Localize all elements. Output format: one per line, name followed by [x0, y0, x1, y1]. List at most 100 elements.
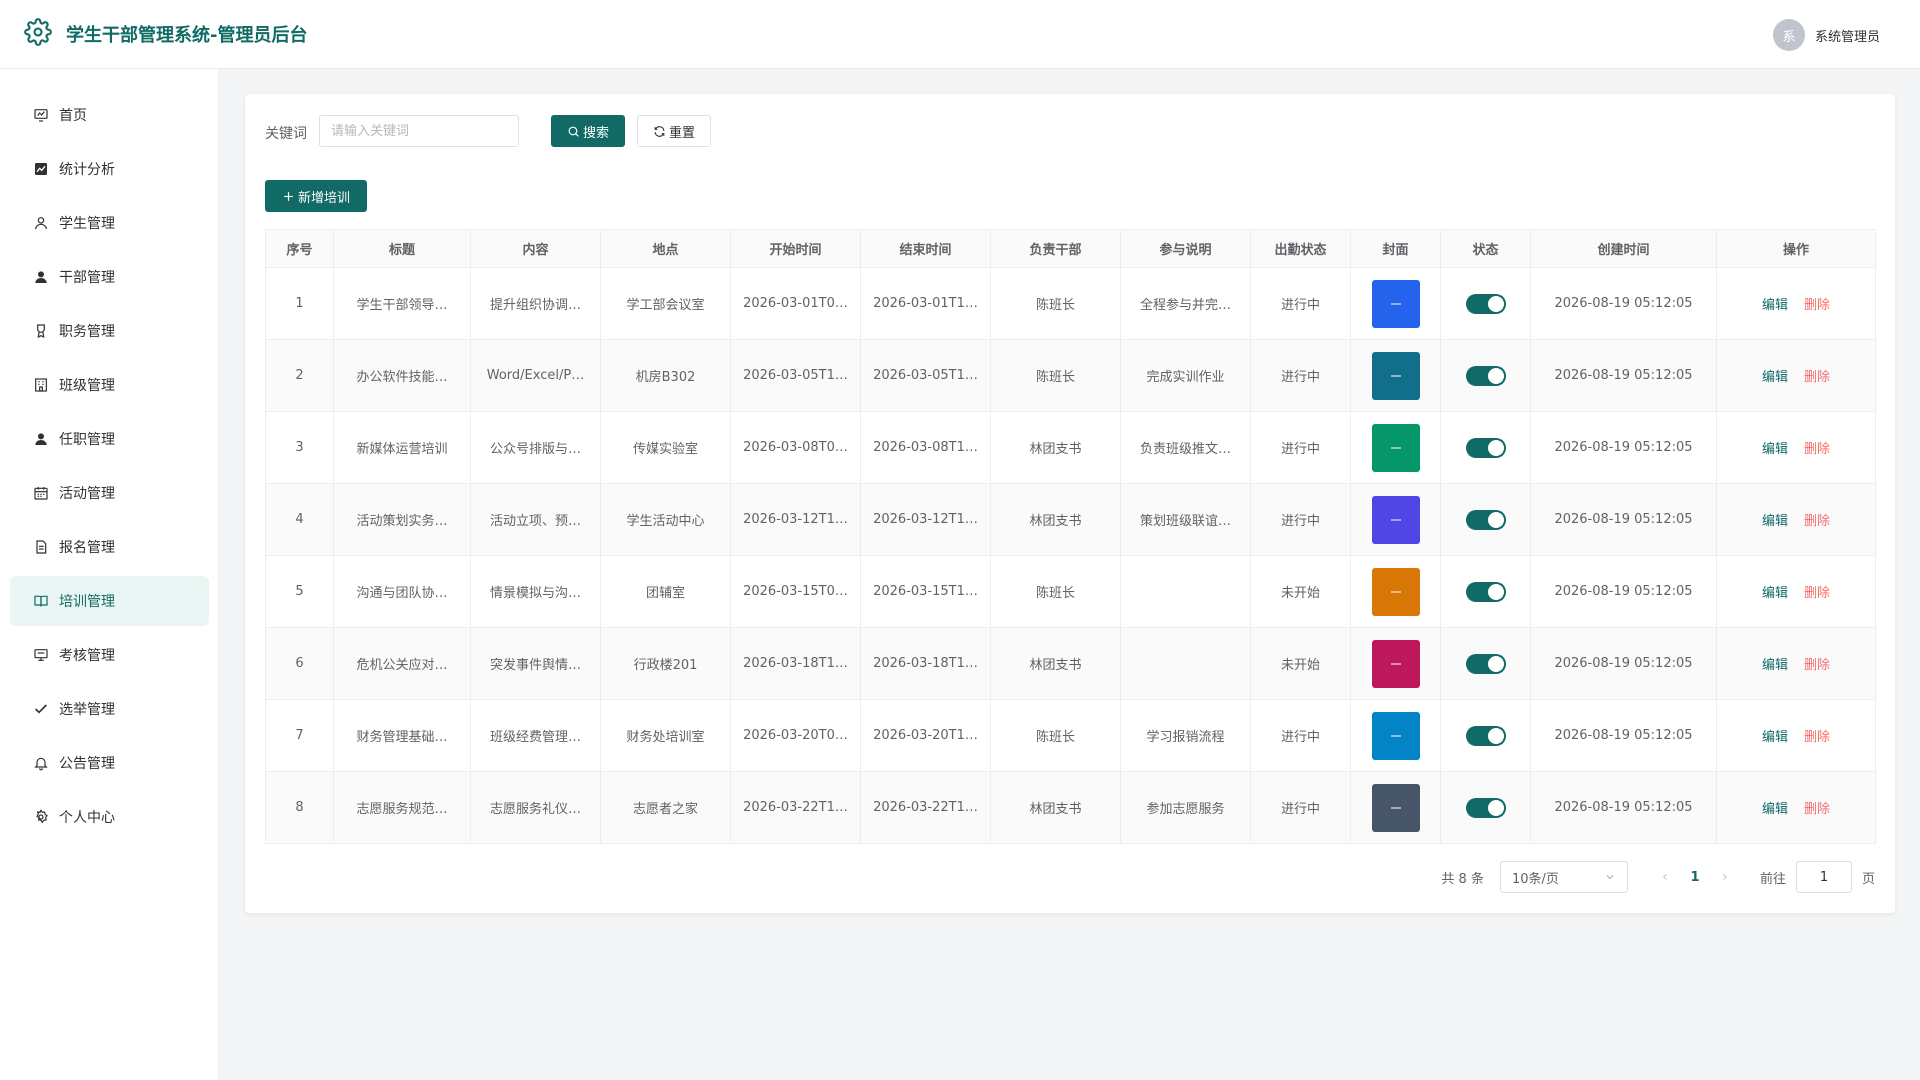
cell-leader: 林团支书 [990, 627, 1121, 700]
trophy-icon [33, 647, 49, 663]
cell-attendance: 进行中 [1250, 771, 1351, 844]
cell-title: 志愿服务规范… [333, 771, 471, 844]
avatar[interactable]: 系 [1772, 19, 1805, 51]
plus-icon [284, 191, 293, 201]
status-toggle[interactable] [1465, 581, 1506, 602]
cover-image[interactable] [1371, 279, 1420, 328]
sidebar-item[interactable]: 个人中心 [10, 792, 209, 842]
edit-button[interactable]: 编辑 [1762, 658, 1788, 673]
add-training-button[interactable]: 新增培训 [265, 180, 367, 212]
user-name[interactable]: 系统管理员 [1815, 26, 1880, 45]
cell-place: 志愿者之家 [600, 771, 731, 844]
cell-no: 8 [265, 771, 334, 844]
status-toggle[interactable] [1465, 437, 1506, 458]
delete-button[interactable]: 删除 [1804, 802, 1830, 817]
column-header: 出勤状态 [1250, 229, 1351, 268]
cell-note: 策划班级联谊… [1120, 483, 1251, 556]
cell-start: 2026-03-05T1… [730, 339, 861, 412]
total-count: 共 8 条 [1441, 871, 1484, 887]
cell-content: 班级经费管理… [470, 699, 601, 772]
sidebar-item[interactable]: 报名管理 [10, 522, 209, 572]
sidebar-item[interactable]: 首页 [10, 90, 209, 140]
delete-button[interactable]: 删除 [1804, 514, 1830, 529]
reset-button[interactable]: 重置 [637, 115, 711, 147]
edit-button[interactable]: 编辑 [1762, 730, 1788, 745]
reset-button-label: 重置 [668, 125, 695, 141]
keyword-input[interactable] [319, 115, 519, 147]
cell-status [1440, 555, 1531, 628]
cover-image[interactable] [1371, 351, 1420, 400]
prev-page-button[interactable]: ‹ [1650, 869, 1680, 885]
delete-button[interactable]: 删除 [1804, 370, 1830, 385]
sidebar-item-label: 首页 [59, 108, 87, 124]
column-header: 序号 [265, 229, 334, 268]
cell-actions: 编辑 删除 [1716, 339, 1876, 412]
sidebar-item-label: 考核管理 [59, 648, 115, 664]
sidebar-item-label: 干部管理 [59, 270, 115, 286]
table-row: 1 学生干部领导… 提升组织协调… 学工部会议室 2026-03-01T0… 2026-0… [265, 267, 1876, 340]
cell-actions: 编辑 删除 [1716, 699, 1876, 772]
delete-button[interactable]: 删除 [1804, 730, 1830, 745]
sidebar-item[interactable]: 统计分析 [10, 144, 209, 194]
table-row: 2 办公软件技能… Word/Excel/P… 机房B302 2026-03-05T1…… [265, 339, 1876, 412]
sidebar-item[interactable]: 活动管理 [10, 468, 209, 518]
cover-image[interactable] [1371, 711, 1420, 760]
cell-actions: 编辑 删除 [1716, 411, 1876, 484]
search-button[interactable]: 搜索 [551, 115, 625, 147]
chart-icon [33, 161, 49, 177]
cell-title: 沟通与团队协… [333, 555, 471, 628]
cell-leader: 陈班长 [990, 555, 1121, 628]
edit-button[interactable]: 编辑 [1762, 370, 1788, 385]
cell-end: 2026-03-12T1… [860, 483, 991, 556]
cover-image[interactable] [1371, 567, 1420, 616]
edit-button[interactable]: 编辑 [1762, 514, 1788, 529]
edit-button[interactable]: 编辑 [1762, 802, 1788, 817]
cell-status [1440, 411, 1531, 484]
cover-image[interactable] [1371, 639, 1420, 688]
sidebar-item[interactable]: 干部管理 [10, 252, 209, 302]
sidebar-item-label: 班级管理 [59, 378, 115, 394]
sidebar-item[interactable]: 考核管理 [10, 630, 209, 680]
sidebar-item-label: 公告管理 [59, 756, 115, 772]
user-filled-icon [33, 269, 49, 285]
delete-button[interactable]: 删除 [1804, 298, 1830, 313]
status-toggle[interactable] [1465, 509, 1506, 530]
document-icon [33, 539, 49, 555]
user-menu[interactable]: 系 系统管理员 [1772, 19, 1880, 51]
cell-place: 学工部会议室 [600, 267, 731, 340]
status-toggle[interactable] [1465, 725, 1506, 746]
sidebar-item[interactable]: 任职管理 [10, 414, 209, 464]
sidebar-item[interactable]: 选举管理 [10, 684, 209, 734]
page-number-current[interactable]: 1 [1680, 870, 1710, 885]
sidebar-item[interactable]: 培训管理 [10, 576, 209, 626]
delete-button[interactable]: 删除 [1804, 658, 1830, 673]
cell-start: 2026-03-20T0… [730, 699, 861, 772]
delete-button[interactable]: 删除 [1804, 586, 1830, 601]
sidebar-item[interactable]: 学生管理 [10, 198, 209, 248]
search-icon [568, 126, 579, 137]
edit-button[interactable]: 编辑 [1762, 586, 1788, 601]
cover-image[interactable] [1371, 783, 1420, 832]
sidebar-item[interactable]: 班级管理 [10, 360, 209, 410]
status-toggle[interactable] [1465, 797, 1506, 818]
cell-cover [1350, 483, 1441, 556]
cell-created: 2026-08-19 05:12:05 [1530, 483, 1717, 556]
next-page-button[interactable]: › [1710, 869, 1740, 885]
goto-page-input[interactable] [1795, 861, 1852, 893]
delete-button[interactable]: 删除 [1804, 442, 1830, 457]
edit-button[interactable]: 编辑 [1762, 298, 1788, 313]
cell-note: 完成实训作业 [1120, 339, 1251, 412]
edit-button[interactable]: 编辑 [1762, 442, 1788, 457]
status-toggle[interactable] [1465, 653, 1506, 674]
cell-content: 情景模拟与沟… [470, 555, 601, 628]
status-toggle[interactable] [1465, 365, 1506, 386]
cell-cover [1350, 699, 1441, 772]
cover-image[interactable] [1371, 495, 1420, 544]
cover-image[interactable] [1371, 423, 1420, 472]
page-size-select[interactable]: 10条/页 [1499, 861, 1628, 893]
column-header: 地点 [600, 229, 731, 268]
status-toggle[interactable] [1465, 293, 1506, 314]
sidebar-item[interactable]: 职务管理 [10, 306, 209, 356]
page-suffix: 页 [1861, 871, 1875, 887]
sidebar-item[interactable]: 公告管理 [10, 738, 209, 788]
